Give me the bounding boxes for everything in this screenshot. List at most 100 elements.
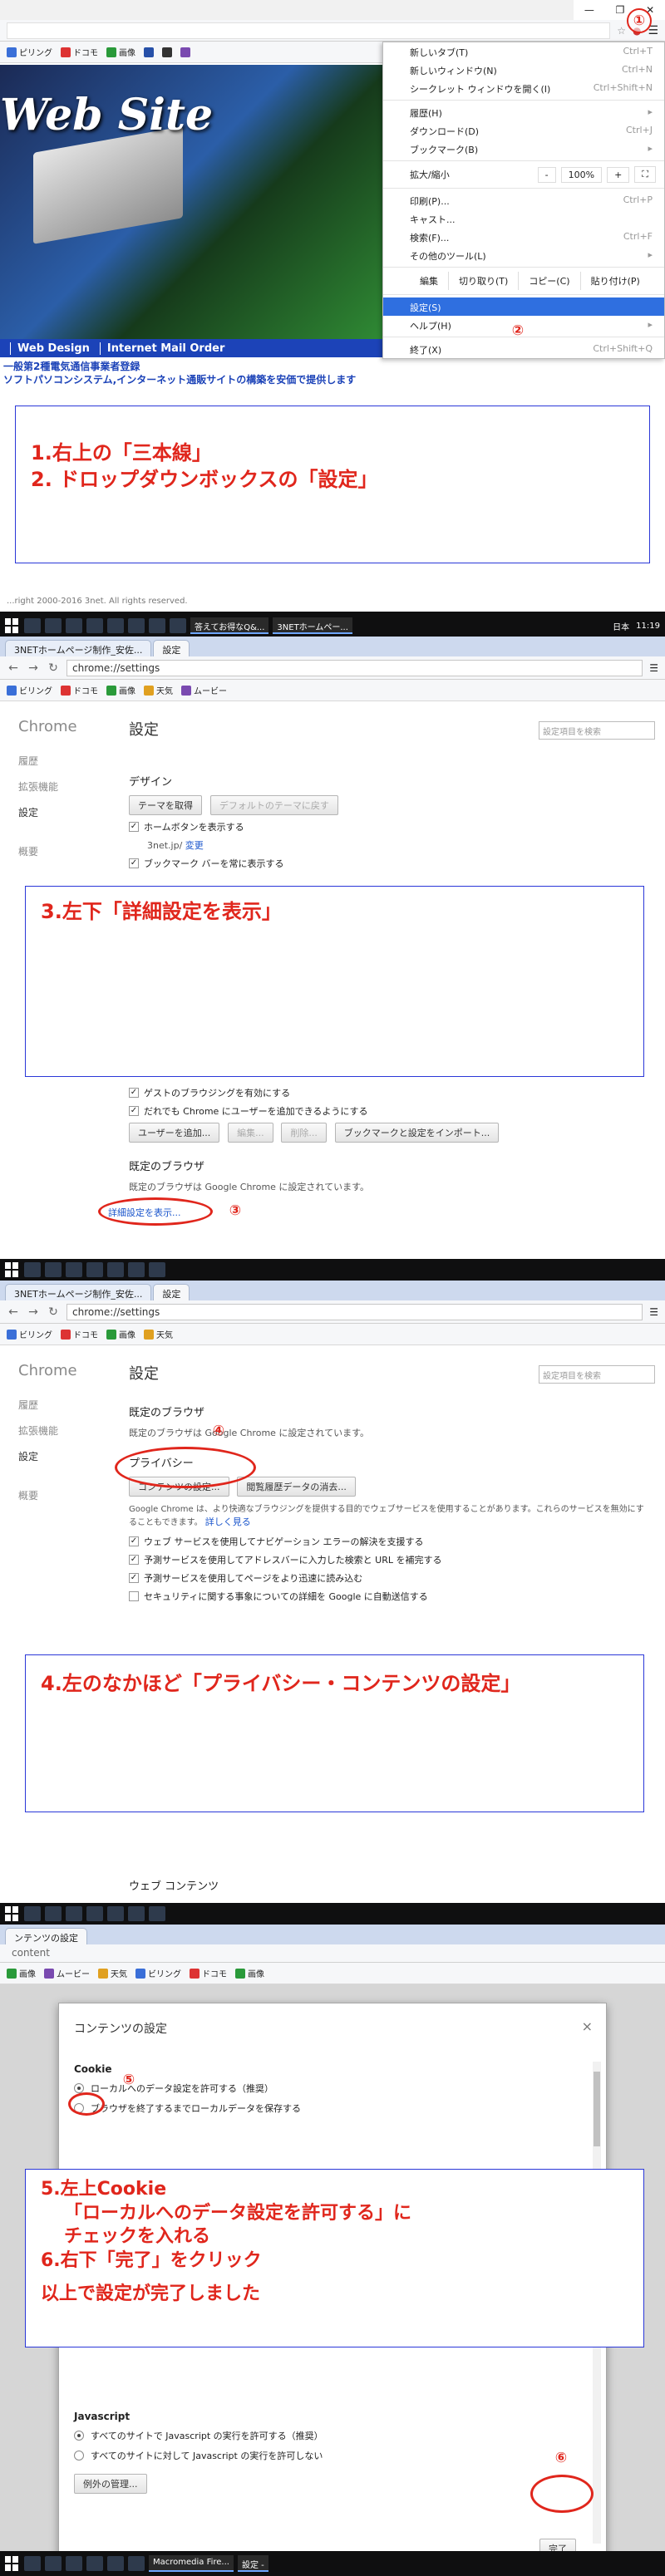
scrollbar-thumb[interactable] [594, 2072, 600, 2146]
bookmark-item[interactable]: 画像 [7, 1967, 36, 1979]
taskbar-icon[interactable] [24, 2556, 41, 2571]
clock[interactable]: 11:19 [636, 622, 660, 631]
bookmark-item[interactable]: 画像 [106, 46, 135, 58]
taskbar-icon[interactable] [45, 2556, 62, 2571]
bookmark-item[interactable]: 天気 [98, 1967, 127, 1979]
bookmark-item[interactable]: ドコモ [61, 684, 98, 696]
taskbar-icon[interactable] [107, 1906, 124, 1921]
bookmark-item[interactable]: 天気 [144, 684, 173, 696]
menu-item-history[interactable]: 履歴(H) ▸ [383, 103, 664, 121]
bookmark-item[interactable]: ビリング [7, 684, 52, 696]
taskbar-icon[interactable] [66, 2556, 82, 2571]
taskbar-icon[interactable] [128, 618, 145, 633]
taskbar-icon[interactable] [45, 1262, 62, 1277]
cookie-allow-radio[interactable]: ローカルへのデータ設定を許可する（推奨） [74, 2082, 301, 2095]
guest-browsing-checkbox[interactable]: ✓ ゲストのブラウジングを有効にする [129, 1086, 648, 1099]
lang-indicator[interactable]: 日本 [613, 620, 629, 632]
taskbar-icon[interactable] [170, 618, 186, 633]
taskbar-icon[interactable] [128, 2556, 145, 2571]
paste-button[interactable]: 貼り付け(P) [579, 272, 650, 290]
privacy-checkbox[interactable]: ✓ 予測サービスを使用してアドレスバーに入力した検索と URL を補完する [129, 1553, 648, 1566]
back-icon[interactable]: ← [7, 661, 20, 675]
edit-user-button[interactable]: 編集... [228, 1123, 273, 1143]
taskbar-app[interactable]: 3NETホームペー... [273, 617, 352, 634]
bookmark-item[interactable]: ムービー [44, 1967, 90, 1979]
website-nav-item[interactable]: Web Design [10, 342, 96, 355]
menu-item-find[interactable]: 検索(F)... Ctrl+F [383, 228, 664, 246]
bookmark-item[interactable]: ドコモ [61, 46, 98, 58]
forward-icon[interactable]: → [27, 661, 40, 675]
taskbar-icon[interactable] [149, 1262, 165, 1277]
sidebar-item-history[interactable]: 履歴 [18, 1398, 118, 1412]
sidebar-item-extensions[interactable]: 拡張機能 [18, 1423, 118, 1438]
bookmark-item[interactable] [180, 47, 190, 57]
taskbar-icon[interactable] [24, 1262, 41, 1277]
url-field[interactable]: content [7, 1945, 658, 1962]
taskbar-icon[interactable] [66, 1906, 82, 1921]
bookmark-item[interactable]: 画像 [235, 1967, 264, 1979]
menu-item-settings[interactable]: 設定(S) [383, 297, 664, 316]
delete-user-button[interactable]: 削除... [281, 1123, 327, 1143]
taskbar-app[interactable]: 設定 - [237, 2555, 268, 2572]
windows-start-icon[interactable] [5, 618, 20, 633]
windows-start-icon[interactable] [5, 2556, 20, 2571]
js-block-radio[interactable]: すべてのサイトに対して Javascript の実行を許可しない [74, 2449, 323, 2462]
sidebar-item-extensions[interactable]: 拡張機能 [18, 779, 118, 794]
maximize-icon[interactable]: ❐ [616, 4, 625, 16]
menu-item-new-tab[interactable]: 新しいタブ(T) Ctrl+T [383, 42, 664, 61]
star-icon[interactable]: ☆ [617, 25, 626, 37]
privacy-checkbox[interactable]: セキュリティに関する事象についての詳細を Google に自動送信する [129, 1590, 648, 1603]
js-allow-radio[interactable]: すべてのサイトで Javascript の実行を許可する（推奨） [74, 2429, 323, 2442]
browser-tab-settings[interactable]: 設定 [153, 1284, 190, 1300]
cookie-session-radio[interactable]: ブラウザを終了するまでローカルデータを保存する [74, 2102, 301, 2115]
taskbar-icon[interactable] [66, 1262, 82, 1277]
change-home-link[interactable]: 変更 [185, 840, 204, 851]
taskbar-icon[interactable] [66, 618, 82, 633]
browser-tab[interactable]: 3NETホームページ制作_安佐... [5, 640, 152, 656]
bookmark-bar-checkbox[interactable]: ✓ ブックマーク バーを常に表示する [129, 857, 648, 870]
clear-browsing-data-button[interactable]: 閲覧履歴データの消去... [237, 1477, 356, 1497]
taskbar-icon[interactable] [45, 618, 62, 633]
taskbar-icon[interactable] [107, 2556, 124, 2571]
forward-icon[interactable]: → [27, 1305, 40, 1319]
taskbar-icon[interactable] [86, 1262, 103, 1277]
sidebar-item-settings[interactable]: 設定 [18, 1449, 118, 1463]
taskbar-icon[interactable] [45, 1906, 62, 1921]
add-user-button[interactable]: ユーザーを追加... [129, 1123, 220, 1143]
website-nav-item[interactable]: Internet Mail Order [99, 342, 232, 355]
learn-more-link[interactable]: 詳しく見る [205, 1517, 251, 1527]
taskbar-icon[interactable] [86, 2556, 103, 2571]
fullscreen-icon[interactable]: ⛶ [634, 166, 656, 183]
windows-start-icon[interactable] [5, 1262, 20, 1277]
menu-icon[interactable]: ☰ [649, 1306, 658, 1318]
zoom-in-button[interactable]: + [607, 166, 630, 183]
menu-item-print[interactable]: 印刷(P)... Ctrl+P [383, 191, 664, 209]
bookmark-item[interactable]: ドコモ [61, 1328, 98, 1340]
get-theme-button[interactable]: テーマを取得 [129, 795, 202, 815]
menu-item-new-window[interactable]: 新しいウィンドウ(N) Ctrl+N [383, 61, 664, 79]
anyone-add-user-checkbox[interactable]: ✓ だれでも Chrome にユーザーを追加できるようにする [129, 1104, 648, 1118]
taskbar-app[interactable]: 答えてお得なQ&... [190, 617, 269, 634]
menu-item-incognito[interactable]: シークレット ウィンドウを開く(I) Ctrl+Shift+N [383, 79, 664, 97]
close-icon[interactable]: × [582, 2018, 593, 2034]
bookmark-item[interactable]: ムービー [181, 684, 227, 696]
taskbar-icon[interactable] [107, 618, 124, 633]
taskbar-icon[interactable] [128, 1262, 145, 1277]
bookmark-item[interactable]: ピリング [7, 46, 52, 58]
menu-item-more-tools[interactable]: その他のツール(L) ▸ [383, 246, 664, 264]
menu-item-cast[interactable]: キャスト... [383, 209, 664, 228]
taskbar-icon[interactable] [86, 1906, 103, 1921]
privacy-checkbox[interactable]: ✓ 予測サービスを使用してページをより迅速に読み込む [129, 1571, 648, 1585]
taskbar-app[interactable]: Macromedia Fire... [149, 2555, 234, 2572]
import-button[interactable]: ブックマークと設定をインポート... [334, 1123, 500, 1143]
taskbar-icon[interactable] [149, 618, 165, 633]
url-field[interactable]: chrome://settings [66, 1303, 643, 1320]
bookmark-item[interactable]: 画像 [106, 1328, 135, 1340]
bookmark-item[interactable]: 画像 [106, 684, 135, 696]
menu-icon[interactable]: ☰ [649, 662, 658, 674]
taskbar-icon[interactable] [86, 618, 103, 633]
taskbar-icon[interactable] [149, 1906, 165, 1921]
bookmark-item[interactable]: ビリング [7, 1328, 52, 1340]
menu-item-downloads[interactable]: ダウンロード(D) Ctrl+J [383, 121, 664, 140]
sidebar-item-settings[interactable]: 設定 [18, 805, 118, 819]
